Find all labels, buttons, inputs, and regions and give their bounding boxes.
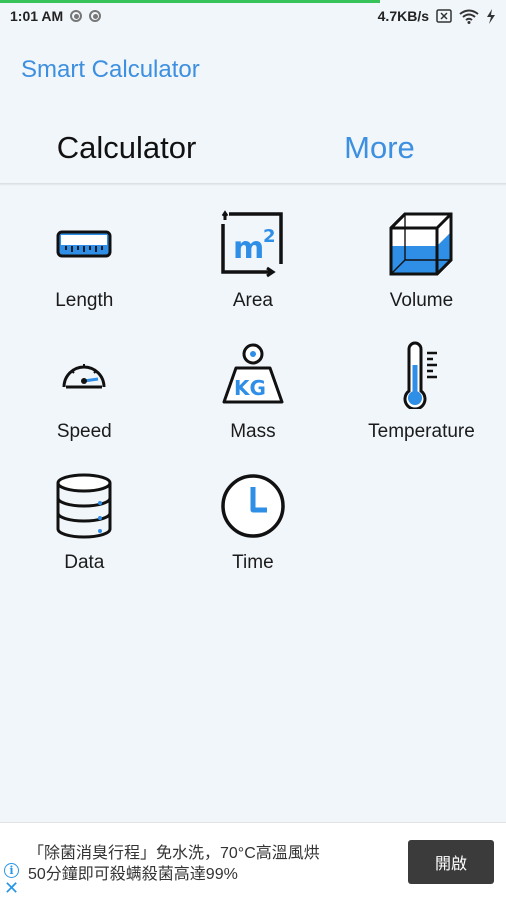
cube-icon <box>385 208 457 280</box>
converter-speed[interactable]: Speed <box>0 339 169 470</box>
converter-label: Data <box>64 552 105 573</box>
ad-banner[interactable]: i ✕ 「除菌消臭行程」免水洗，70°C高溫風烘 50分鐘即可殺螨殺菌高達99%… <box>0 822 506 900</box>
converter-area[interactable]: m 2 Area <box>169 208 338 339</box>
notification-icon <box>70 10 83 22</box>
weight-icon: KG <box>217 339 289 411</box>
ad-open-button[interactable]: 開啟 <box>408 840 494 884</box>
svg-text:2: 2 <box>263 226 276 247</box>
ad-text-line: 「除菌消臭行程」免水洗，70°C高溫風烘 <box>28 845 320 862</box>
area-icon: m 2 <box>217 208 289 280</box>
wifi-icon <box>459 9 479 24</box>
converter-mass[interactable]: KG Mass <box>169 339 338 470</box>
tab-bar-divider <box>0 183 506 186</box>
converter-label: Mass <box>230 421 276 442</box>
converter-grid: Length m 2 Area Volume Speed KG Mass Tem… <box>0 208 506 601</box>
ad-text-line: 50分鐘即可殺螨殺菌高達99% <box>28 866 238 883</box>
notification-icon <box>89 10 102 22</box>
svg-text:m: m <box>233 231 264 266</box>
database-icon <box>48 470 120 542</box>
svg-text:KG: KG <box>234 376 266 400</box>
clock-icon <box>217 470 289 542</box>
network-speed: 4.7KB/s <box>377 8 429 24</box>
converter-length[interactable]: Length <box>0 208 169 339</box>
tab-calculator[interactable]: Calculator <box>0 130 253 166</box>
converter-label: Speed <box>56 421 112 442</box>
ad-text: 「除菌消臭行程」免水洗，70°C高溫風烘 50分鐘即可殺螨殺菌高達99% <box>28 843 388 885</box>
no-sim-icon <box>436 9 452 23</box>
app-title: Smart Calculator <box>21 56 200 83</box>
converter-label: Volume <box>389 290 454 311</box>
converter-label: Temperature <box>368 421 475 442</box>
converter-label: Time <box>232 552 274 573</box>
tab-bar: Calculator More <box>0 112 506 184</box>
ad-close-icon[interactable]: ✕ <box>4 879 19 897</box>
tab-more[interactable]: More <box>253 130 506 166</box>
converter-label: Length <box>55 290 114 311</box>
converter-data[interactable]: Data <box>0 470 169 601</box>
converter-label: Area <box>232 290 273 311</box>
status-bar: 1:01 AM 4.7KB/s <box>0 0 506 32</box>
status-time: 1:01 AM <box>10 8 64 24</box>
converter-volume[interactable]: Volume <box>337 208 506 339</box>
converter-time[interactable]: Time <box>169 470 338 601</box>
converter-temperature[interactable]: Temperature <box>337 339 506 470</box>
ruler-icon <box>48 208 120 280</box>
battery-charging-icon <box>487 8 495 24</box>
speedometer-icon <box>48 339 120 411</box>
thermometer-icon <box>385 339 457 411</box>
ad-info-icon[interactable]: i <box>4 863 19 878</box>
